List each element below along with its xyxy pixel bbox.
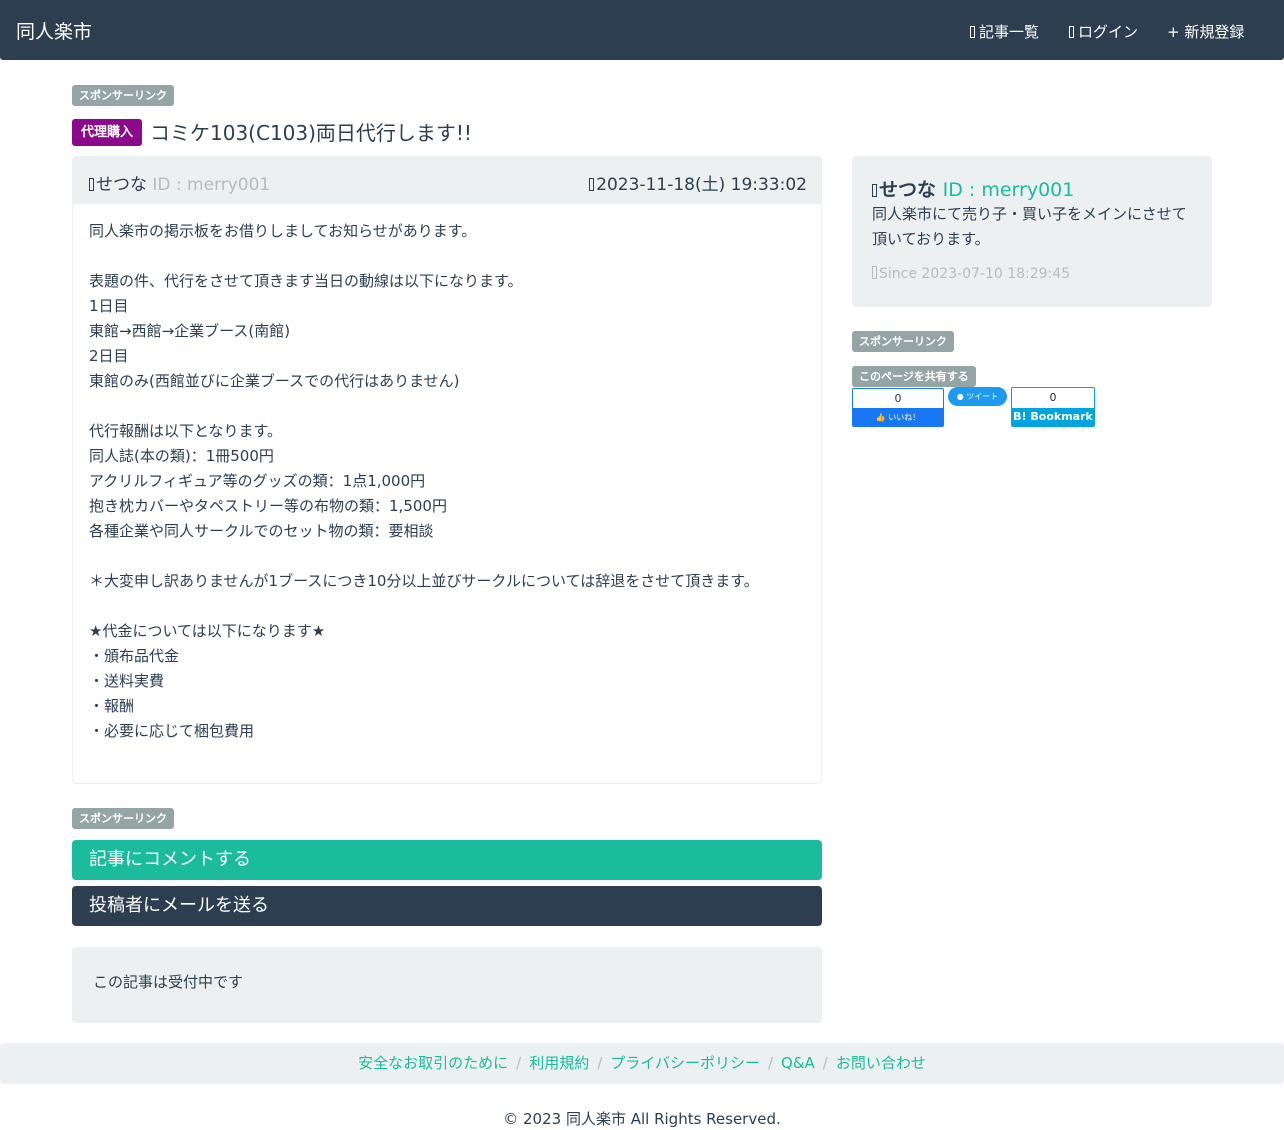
category-badge[interactable]: 代理購入 <box>72 119 143 146</box>
hatena-bookmark-button[interactable]: 0 B! Bookmark <box>1011 387 1095 427</box>
facebook-like-button[interactable]: 0 👍 いいね！ <box>852 388 944 427</box>
post-body-line: 東館のみ(西館並びに企業ブースでの代行はありません) <box>89 372 460 390</box>
profile-author: せつな ID : merry001 <box>872 175 1074 202</box>
nav-login-label: ログイン <box>1078 23 1139 41</box>
sponsor-label-side: スポンサーリンク <box>852 331 954 352</box>
post-author-id: ID : merry001 <box>152 175 271 195</box>
post-body-line: ＊大変申し訳ありませんが1ブースにつき10分以上並びサークルについては辞退をさせ… <box>89 572 759 590</box>
footer-separator: / <box>822 1054 828 1072</box>
post-body-line <box>89 594 759 619</box>
post-body-line: ・送料実費 <box>89 672 165 690</box>
bird-icon: ● <box>956 392 964 401</box>
footer-link-safety[interactable]: 安全なお取引のために <box>358 1054 508 1072</box>
hatena-bookmark-label: B! Bookmark <box>1012 408 1094 426</box>
post-body-line: 各種企業や同人サークルでのセット物の類：要相談 <box>89 522 434 540</box>
post-body-line: 同人楽市の掲示板をお借りしましてお知らせがあります。 <box>89 222 477 240</box>
post-author-name[interactable]: せつな <box>96 175 147 195</box>
profile-author-name[interactable]: せつな <box>879 179 936 201</box>
copyright: © 2023 同人楽市 All Rights Reserved. <box>503 1110 781 1128</box>
nav-register-label: + 新規登録 <box>1167 23 1245 41</box>
share-label: このページを共有する <box>852 366 976 387</box>
nav-register-link[interactable]: + 新規登録 <box>1167 21 1244 42</box>
sponsor-label-top: スポンサーリンク <box>72 85 174 106</box>
profile-author-id[interactable]: ID : merry001 <box>943 179 1075 201</box>
post-header: せつな ID : merry001 2023-11-18(土) 19:33:02 <box>73 157 821 204</box>
post-body-line: 抱き枕カバーやタペストリー等の布物の類：1,500円 <box>89 497 447 515</box>
post-body-line <box>89 244 759 269</box>
navbar: 同人楽市 記事一覧 ログイン + 新規登録 <box>0 0 1284 60</box>
post-body-line: ★代金については以下になります★ <box>89 622 326 640</box>
post-body-line: 表題の件、代行をさせて頂きます当日の動線は以下になります。 <box>89 272 523 290</box>
post-body-line: 代行報酬は以下となります。 <box>89 422 283 440</box>
nav-articles-link[interactable]: 記事一覧 <box>970 21 1039 42</box>
footer-link-contact[interactable]: お問い合わせ <box>836 1054 926 1072</box>
nav-login-link[interactable]: ログイン <box>1069 21 1138 42</box>
sponsor-label-bottom: スポンサーリンク <box>72 808 174 829</box>
facebook-count: 0 <box>894 392 902 405</box>
post-body: 同人楽市の掲示板をお借りしましてお知らせがあります。表題の件、代行をさせて頂きま… <box>89 219 759 744</box>
post-body-line: 2日目 <box>89 347 129 365</box>
brand-logo[interactable]: 同人楽市 <box>16 17 92 44</box>
user-icon <box>89 178 94 191</box>
post-body-line: ・頒布品代金 <box>89 647 180 665</box>
thumbs-up-icon: 👍 <box>875 413 886 422</box>
post-body-line: ・必要に応じて梱包費用 <box>89 722 255 740</box>
profile-description: 同人楽市にて売り子・買い子をメインにさせて頂いております。 <box>872 205 1187 248</box>
footer-links: 安全なお取引のために / 利用規約 / プライバシーポリシー / Q&A / お問い合わせ <box>0 1043 1284 1084</box>
footer-separator: / <box>516 1054 522 1072</box>
post-date: 2023-11-18(土) 19:33:02 <box>589 170 807 195</box>
post-body-line <box>89 544 759 569</box>
footer-nav: 安全なお取引のために / 利用規約 / プライバシーポリシー / Q&A / お問い合わせ <box>0 1043 1284 1084</box>
user-icon <box>872 184 877 197</box>
comment-button[interactable]: 記事にコメントする <box>72 840 822 880</box>
list-icon <box>970 26 975 38</box>
status-well: この記事は受付中です <box>72 947 822 1023</box>
post-body-line: アクリルフィギュア等のグッズの類：1点1,000円 <box>89 472 426 490</box>
facebook-like-text: いいね！ <box>888 413 921 422</box>
footer-link-privacy[interactable]: プライバシーポリシー <box>610 1054 760 1072</box>
post-body-line: 同人誌(本の類)：1冊500円 <box>89 447 274 465</box>
clock-icon <box>872 266 877 279</box>
post-author: せつな ID : merry001 <box>89 170 270 195</box>
status-text: この記事は受付中です <box>93 973 244 991</box>
post-title: コミケ103(C103)両日代行します!! <box>150 121 472 145</box>
tweet-label: ツイート <box>966 392 999 401</box>
tweet-button[interactable]: ● ツイート <box>948 387 1007 406</box>
profile-since-text: Since 2023-07-10 18:29:45 <box>879 266 1071 282</box>
calendar-icon <box>589 178 595 191</box>
nav-articles-label: 記事一覧 <box>979 23 1040 41</box>
post-body-line: 1日目 <box>89 297 129 315</box>
post-body-line: 東館→西館→企業ブース(南館) <box>89 322 291 340</box>
hatena-count: 0 <box>1049 391 1057 404</box>
footer-link-terms[interactable]: 利用規約 <box>529 1054 589 1072</box>
facebook-like-label: 👍 いいね！ <box>853 408 943 426</box>
footer-link-faq[interactable]: Q&A <box>781 1054 815 1072</box>
author-profile-panel: せつな ID : merry001 同人楽市にて売り子・買い子をメインにさせて頂… <box>852 156 1212 307</box>
post-body-line: ・報酬 <box>89 697 135 715</box>
profile-since: Since 2023-07-10 18:29:45 <box>872 266 1070 282</box>
login-icon <box>1069 26 1074 38</box>
post-panel: せつな ID : merry001 2023-11-18(土) 19:33:02… <box>72 156 822 784</box>
send-mail-button[interactable]: 投稿者にメールを送る <box>72 886 822 926</box>
footer-separator: / <box>597 1054 603 1072</box>
post-body-line <box>89 394 759 419</box>
footer-separator: / <box>767 1054 774 1072</box>
post-date-text: 2023-11-18(土) 19:33:02 <box>596 175 807 195</box>
